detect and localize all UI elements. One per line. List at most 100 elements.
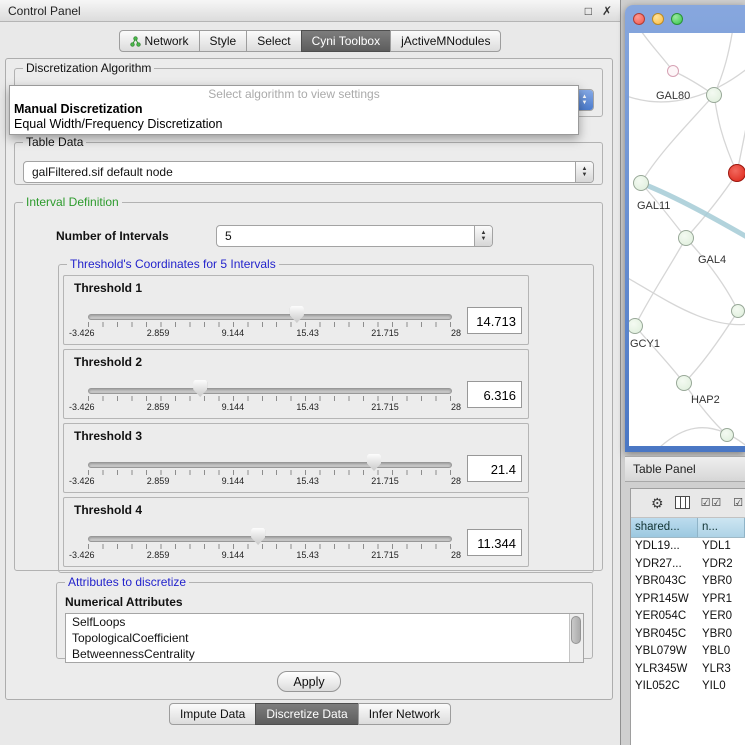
algorithm-dropdown-list: Select algorithm to view settings Manual…	[9, 85, 579, 135]
network-node[interactable]	[706, 87, 722, 103]
table-row[interactable]: YDR27...YDR2	[631, 556, 745, 574]
tick-label: 21.715	[371, 550, 399, 560]
table-row[interactable]: YDL19...YDL1	[631, 538, 745, 556]
dropdown-option-manual-discretization[interactable]: Manual Discretization	[10, 102, 578, 117]
interval-definition-group: Interval Definition Number of Intervals …	[14, 195, 603, 571]
slider-ticks	[88, 544, 452, 549]
slider-thumb[interactable]	[193, 380, 207, 397]
tab-style[interactable]: Style	[199, 30, 248, 52]
interval-definition-title: Interval Definition	[23, 195, 122, 209]
list-item-topologicalcoefficient[interactable]: TopologicalCoefficient	[66, 630, 583, 646]
threshold-value-field[interactable]: 11.344	[467, 529, 522, 556]
network-canvas[interactable]: GAL80GAL11GAL4GCY1HAP2	[629, 33, 745, 446]
threshold-label: Threshold 4	[74, 503, 142, 517]
table-cell: YER0	[698, 608, 745, 626]
table-row[interactable]: YIL052CYIL0	[631, 678, 745, 696]
select-all-icon[interactable]: ☑	[733, 496, 744, 510]
tab-label: Infer Network	[369, 707, 440, 721]
list-item-betweennesscentrality[interactable]: BetweennessCentrality	[66, 646, 583, 662]
table-row[interactable]: YBR045CYBR0	[631, 626, 745, 644]
threshold-label: Threshold 1	[74, 281, 142, 295]
attributes-list-scrollbar[interactable]	[569, 614, 583, 662]
tab-infer-network[interactable]: Infer Network	[358, 703, 451, 725]
table-row[interactable]: YBL079WYBL0	[631, 643, 745, 661]
network-node[interactable]	[667, 65, 679, 77]
node-table-window: ⚙ ☑☑ ☑ shared... n... YDL19...YDL1YDR27.…	[630, 488, 745, 745]
tab-label: jActiveMNodules	[401, 34, 490, 48]
threshold-panel-2: Threshold 2-3.4262.8599.14415.4321.71528…	[63, 349, 529, 419]
table-cell: YIL052C	[631, 678, 698, 696]
network-node[interactable]	[633, 175, 649, 191]
list-item-selfloops[interactable]: SelfLoops	[66, 614, 583, 630]
tab-cyni-toolbox[interactable]: Cyni Toolbox	[301, 30, 391, 52]
slider-thumb[interactable]	[367, 454, 381, 471]
table-row[interactable]: YPR145WYPR1	[631, 591, 745, 609]
table-cell: YBR045C	[631, 626, 698, 644]
table-row[interactable]: YLR345WYLR3	[631, 661, 745, 679]
network-node-selected[interactable]	[728, 164, 745, 182]
threshold-value-field[interactable]: 21.4	[467, 455, 522, 482]
table-data-combobox-value: galFiltered.sif default node	[32, 165, 173, 179]
scrollbar-thumb[interactable]	[571, 616, 581, 644]
slider-thumb[interactable]	[290, 306, 304, 323]
threshold-value-field[interactable]: 6.316	[467, 381, 522, 408]
table-toolbar: ⚙ ☑☑ ☑	[631, 489, 745, 518]
table-header-row: shared... n...	[631, 518, 745, 538]
network-view-window: GAL80GAL11GAL4GCY1HAP2	[625, 5, 745, 452]
table-row[interactable]: YBR043CYBR0	[631, 573, 745, 591]
minimize-traffic-icon[interactable]	[652, 13, 664, 25]
table-data-combobox[interactable]: galFiltered.sif default node ▲▼	[23, 161, 594, 183]
threshold-panel-4: Threshold 4-3.4262.8599.14415.4321.71528…	[63, 497, 529, 567]
slider-track[interactable]	[88, 388, 452, 394]
tab-discretize-data[interactable]: Discretize Data	[255, 703, 358, 725]
tab-network[interactable]: Network	[119, 30, 200, 52]
tick-label: 2.859	[147, 476, 170, 486]
table-data-group-title: Table Data	[23, 135, 86, 149]
slider-track[interactable]	[88, 314, 452, 320]
table-settings-gear-icon[interactable]: ⚙	[651, 496, 664, 510]
number-of-intervals-combobox[interactable]: 5 ▲▼	[216, 225, 493, 247]
table-row[interactable]: YER054CYER0	[631, 608, 745, 626]
apply-button[interactable]: Apply	[277, 671, 341, 692]
combo-stepper-icon[interactable]: ▲▼	[474, 226, 492, 246]
table-cell: YDL1	[698, 538, 745, 556]
thresholds-container: Threshold 1 -3.4262.8599.14415.4321.71528…	[59, 275, 593, 567]
select-columns-icon[interactable]: ☑☑	[701, 496, 723, 510]
dropdown-option-equal-width-frequency-discretization[interactable]: Equal Width/Frequency Discretization	[10, 117, 578, 132]
network-node[interactable]	[720, 428, 734, 442]
network-node[interactable]	[678, 230, 694, 246]
tab-select[interactable]: Select	[246, 30, 301, 52]
slider-thumb[interactable]	[251, 528, 265, 545]
table-cell: YBL0	[698, 643, 745, 661]
tick-label: 2.859	[147, 402, 170, 412]
threshold-value-field[interactable]: 14.713	[467, 307, 522, 334]
control-panel-title: Control Panel	[8, 4, 81, 18]
tick-label: 9.144	[222, 328, 245, 338]
tick-label: 28	[451, 550, 461, 560]
tab-jactivemnodules[interactable]: jActiveMNodules	[390, 30, 501, 52]
numerical-attributes-list[interactable]: SelfLoopsTopologicalCoefficientBetweenne…	[65, 613, 584, 663]
tick-label: 21.715	[371, 402, 399, 412]
column-layout-icon[interactable]	[675, 496, 690, 511]
tab-impute-data[interactable]: Impute Data	[169, 703, 256, 725]
combo-stepper-icon[interactable]: ▲▼	[575, 162, 593, 182]
number-of-intervals-value: 5	[225, 229, 232, 243]
network-node[interactable]	[676, 375, 692, 391]
cyni-toolbox-panel: Discretization Algorithm ▲▼ Select algor…	[5, 58, 613, 700]
float-window-icon[interactable]: □	[585, 4, 592, 18]
tick-label: 2.859	[147, 328, 170, 338]
slider-track[interactable]	[88, 462, 452, 468]
top-tab-bar: NetworkStyleSelectCyni Toolbox jActiveMNo…	[0, 26, 620, 56]
column-header-name[interactable]: n...	[698, 518, 745, 537]
threshold-panel-1: Threshold 1-3.4262.8599.14415.4321.71528…	[63, 275, 529, 345]
close-traffic-icon[interactable]	[633, 13, 645, 25]
zoom-traffic-icon[interactable]	[671, 13, 683, 25]
table-cell: YDR27...	[631, 556, 698, 574]
close-window-icon[interactable]: ✗	[602, 4, 612, 18]
column-header-shared-name[interactable]: shared...	[631, 518, 698, 537]
thresholds-group-title: Threshold's Coordinates for 5 Intervals	[67, 257, 279, 271]
slider-track[interactable]	[88, 536, 452, 542]
network-node[interactable]	[731, 304, 745, 318]
slider-tick-labels: -3.4262.8599.14415.4321.71528	[69, 476, 461, 486]
table-cell: YBR0	[698, 573, 745, 591]
